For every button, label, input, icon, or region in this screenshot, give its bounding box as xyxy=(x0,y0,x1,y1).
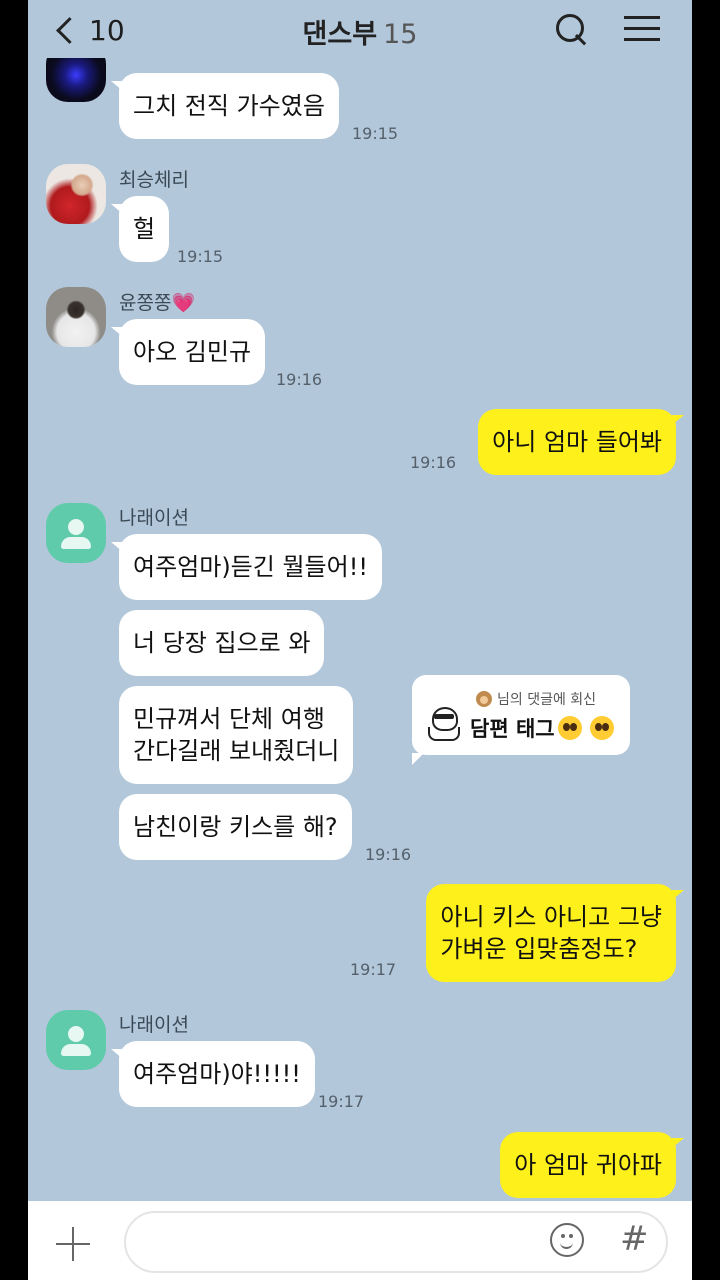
message-bubble[interactable]: 여주엄마)야!!!!! xyxy=(111,1041,315,1107)
message-input[interactable] xyxy=(124,1211,668,1273)
avatar-default-icon[interactable] xyxy=(46,1010,106,1070)
reply-main: 담편 태그 xyxy=(470,713,614,743)
avatar[interactable] xyxy=(46,164,106,224)
message-bubble[interactable]: 아오 김민규 xyxy=(110,319,266,385)
member-count: 15 xyxy=(383,19,418,50)
message-bubble[interactable]: 헐 xyxy=(110,196,170,262)
message-time: 19:16 xyxy=(410,453,457,472)
emoji-icon[interactable] xyxy=(550,1223,584,1257)
reply-subtitle-text: 님의 댓글에 회신 xyxy=(497,692,597,708)
pleading-face-icon xyxy=(589,716,614,740)
chat-screen: 10 댄스부 15 그치 전직 가수였음 19:15 최승체리 헐 19:15 윤… xyxy=(28,0,692,1280)
input-bar: # xyxy=(28,1201,692,1280)
message-bubble[interactable]: 너 당장 집으로 와 xyxy=(119,610,325,676)
chat-header: 10 댄스부 15 xyxy=(28,0,692,58)
search-icon[interactable] xyxy=(552,10,592,50)
reply-subtitle: 님의 댓글에 회신 xyxy=(476,689,596,709)
monkey-icon xyxy=(476,691,492,707)
message-bubble[interactable]: 민규껴서 단체 여행 간다길래 보내줬더니 xyxy=(119,686,354,784)
reply-main-text: 담편 태그 xyxy=(470,717,555,741)
avatar-default-icon[interactable] xyxy=(46,503,106,563)
plus-icon[interactable] xyxy=(56,1227,90,1261)
my-message-bubble[interactable]: 아니 키스 아니고 그냥 가벼운 입맞춤정도? xyxy=(426,884,684,982)
message-time: 19:16 xyxy=(365,845,412,864)
message-bubble[interactable]: 그치 전직 가수였음 xyxy=(111,73,339,139)
menu-icon[interactable] xyxy=(624,14,660,44)
avatar[interactable] xyxy=(46,287,106,347)
message-time: 19:17 xyxy=(318,1092,365,1111)
message-time: 19:16 xyxy=(276,370,323,389)
reply-card[interactable]: 님의 댓글에 회신 담편 태그 xyxy=(412,675,630,765)
sender-name: 나래이션 xyxy=(119,1014,189,1036)
message-time: 19:15 xyxy=(177,247,224,266)
message-bubble[interactable]: 남친이랑 키스를 해? xyxy=(119,794,352,860)
hashtag-icon[interactable]: # xyxy=(620,1219,649,1259)
chat-title: 댄스부 15 xyxy=(28,12,692,51)
pleading-face-icon xyxy=(557,716,582,740)
room-name: 댄스부 xyxy=(302,19,378,50)
sender-name: 윤쫑쫑💗 xyxy=(119,292,196,314)
sender-name: 최승체리 xyxy=(119,169,189,191)
my-message-bubble[interactable]: 아니 엄마 들어봐 xyxy=(478,409,684,475)
message-time: 19:15 xyxy=(352,124,399,143)
message-bubble[interactable]: 여주엄마)듣긴 뭘들어!! xyxy=(111,534,382,600)
sticker-icon xyxy=(428,707,460,741)
message-time: 19:17 xyxy=(350,960,397,979)
sender-name: 나래이션 xyxy=(119,507,189,529)
my-message-bubble[interactable]: 아 엄마 귀아파 xyxy=(500,1132,684,1198)
